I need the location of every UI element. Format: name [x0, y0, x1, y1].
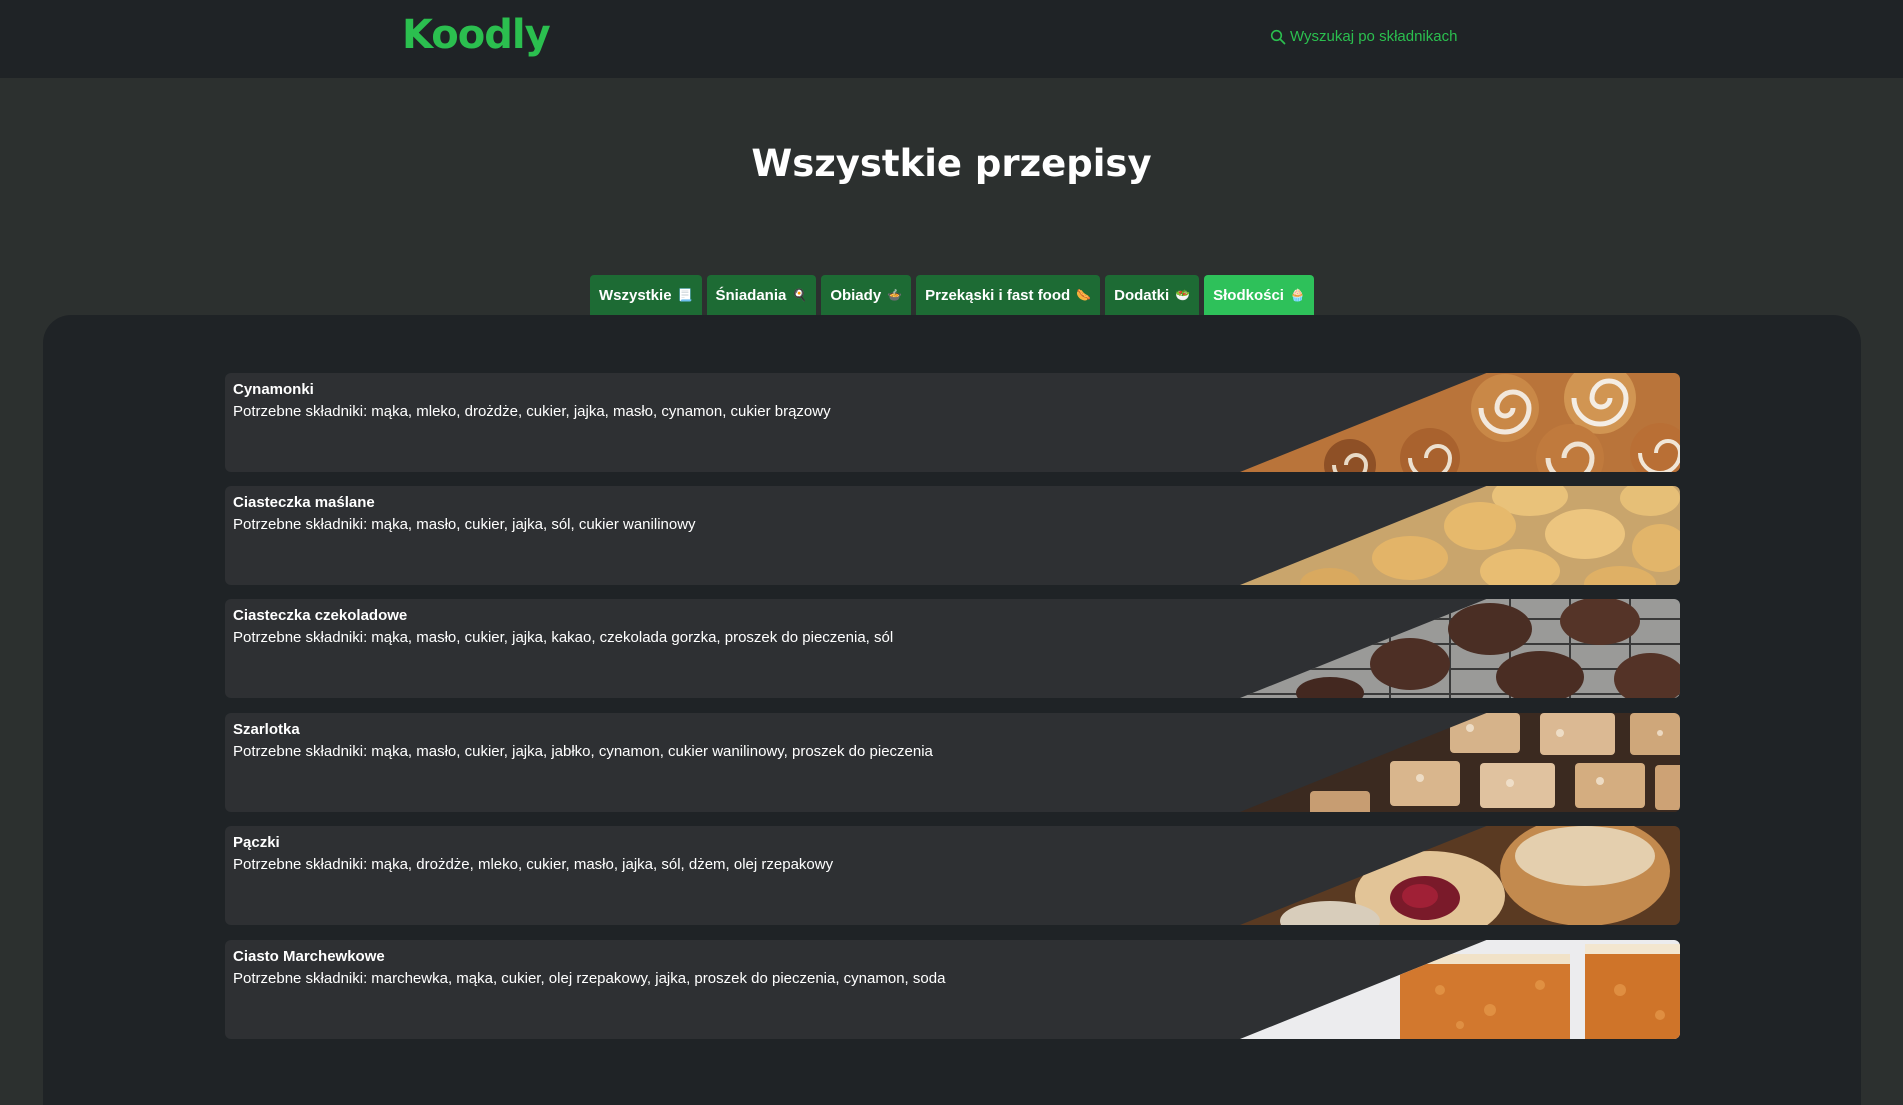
ingredients-list: mąka, masło, cukier, jajka, jabłko, cyna…: [371, 743, 933, 760]
recipe-name: Szarlotka: [233, 721, 300, 738]
ingredients-label: Potrzebne składniki:: [233, 403, 368, 420]
tab-wszystkie[interactable]: Wszystkie 📃: [590, 275, 702, 315]
tab-label: Wszystkie: [599, 286, 672, 304]
recipe-card[interactable]: Szarlotka Potrzebne składniki: mąka, masł…: [225, 713, 1680, 812]
recipe-ingredients: Potrzebne składniki: marchewka, mąka, cuk…: [233, 970, 945, 987]
tab-label: Słodkości: [1213, 286, 1284, 304]
page-title: Wszystkie przepisy: [751, 142, 1152, 185]
ingredients-list: mąka, masło, cukier, jajka, sól, cukier …: [371, 516, 696, 533]
ingredients-label: Potrzebne składniki:: [233, 743, 368, 760]
recipe-ingredients: Potrzebne składniki: mąka, mleko, drożdże…: [233, 403, 831, 420]
tab-slodkosci[interactable]: Słodkości 🧁: [1204, 275, 1314, 315]
tab-obiady[interactable]: Obiady 🍲: [821, 275, 912, 315]
recipe-card[interactable]: Cynamonki Potrzebne składniki: mąka, mlek…: [225, 373, 1680, 472]
recipe-card[interactable]: Pączki Potrzebne składniki: mąka, drożdże…: [225, 826, 1680, 925]
navbar: Koodly Wyszukaj po składnikach: [0, 0, 1903, 78]
tab-dodatki[interactable]: Dodatki 🥗: [1105, 275, 1200, 315]
recipe-ingredients: Potrzebne składniki: mąka, masło, cukier,…: [233, 516, 696, 533]
recipe-name: Pączki: [233, 834, 280, 851]
ingredients-label: Potrzebne składniki:: [233, 970, 368, 987]
search-by-ingredients-link[interactable]: Wyszukaj po składnikach: [1270, 28, 1457, 45]
recipe-name: Ciasteczka czekoladowe: [233, 607, 408, 624]
pot-of-food-icon: 🍲: [887, 288, 903, 302]
recipe-image-apple-crumble: [1240, 713, 1680, 812]
fried-egg-icon: 🍳: [792, 288, 808, 302]
logo[interactable]: Koodly: [402, 12, 551, 58]
ingredients-list: mąka, masło, cukier, jajka, kakao, czeko…: [371, 629, 894, 646]
recipe-ingredients: Potrzebne składniki: mąka, masło, cukier,…: [233, 743, 933, 760]
hot-dog-icon: 🌭: [1076, 288, 1092, 302]
recipe-image-carrot-cake: [1240, 940, 1680, 1039]
ingredients-list: marchewka, mąka, cukier, olej rzepakowy,…: [371, 970, 946, 987]
recipe-card[interactable]: Ciasteczka maślane Potrzebne składniki: m…: [225, 486, 1680, 585]
cupcake-icon: 🧁: [1289, 288, 1305, 302]
recipe-name: Cynamonki: [233, 381, 314, 398]
recipe-ingredients: Potrzebne składniki: mąka, drożdże, mleko…: [233, 856, 833, 873]
recipe-name: Ciasto Marchewkowe: [233, 948, 385, 965]
tab-label: Przekąski i fast food: [925, 286, 1071, 304]
tab-label: Obiady: [830, 286, 882, 304]
search-icon: [1270, 29, 1286, 44]
ingredients-list: mąka, drożdże, mleko, cukier, masło, jaj…: [371, 856, 834, 873]
recipe-card[interactable]: Ciasteczka czekoladowe Potrzebne składni…: [225, 599, 1680, 698]
ingredients-list: mąka, mleko, drożdże, cukier, jajka, mas…: [371, 403, 831, 420]
recipe-image-butter-cookies: [1240, 486, 1680, 585]
page-icon: 📃: [677, 288, 693, 302]
recipe-card[interactable]: Ciasto Marchewkowe Potrzebne składniki: m…: [225, 940, 1680, 1039]
category-tabs: Wszystkie 📃 Śniadania 🍳 Obiady 🍲 Przekąs…: [590, 275, 1314, 315]
recipe-image-donuts: [1240, 826, 1680, 925]
tab-sniadania[interactable]: Śniadania 🍳: [706, 275, 817, 315]
search-link-label: Wyszukaj po składnikach: [1290, 28, 1458, 45]
tab-label: Dodatki: [1114, 286, 1170, 304]
tab-label: Śniadania: [715, 286, 787, 304]
recipe-name: Ciasteczka maślane: [233, 494, 375, 511]
ingredients-label: Potrzebne składniki:: [233, 856, 368, 873]
salad-icon: 🥗: [1175, 288, 1191, 302]
ingredients-label: Potrzebne składniki:: [233, 629, 368, 646]
ingredients-label: Potrzebne składniki:: [233, 516, 368, 533]
tab-przekaski[interactable]: Przekąski i fast food 🌭: [916, 275, 1101, 315]
recipe-image-chocolate-cookies: [1240, 599, 1680, 698]
recipe-image-cinnamon-rolls: [1240, 373, 1680, 472]
recipe-ingredients: Potrzebne składniki: mąka, masło, cukier,…: [233, 629, 893, 646]
